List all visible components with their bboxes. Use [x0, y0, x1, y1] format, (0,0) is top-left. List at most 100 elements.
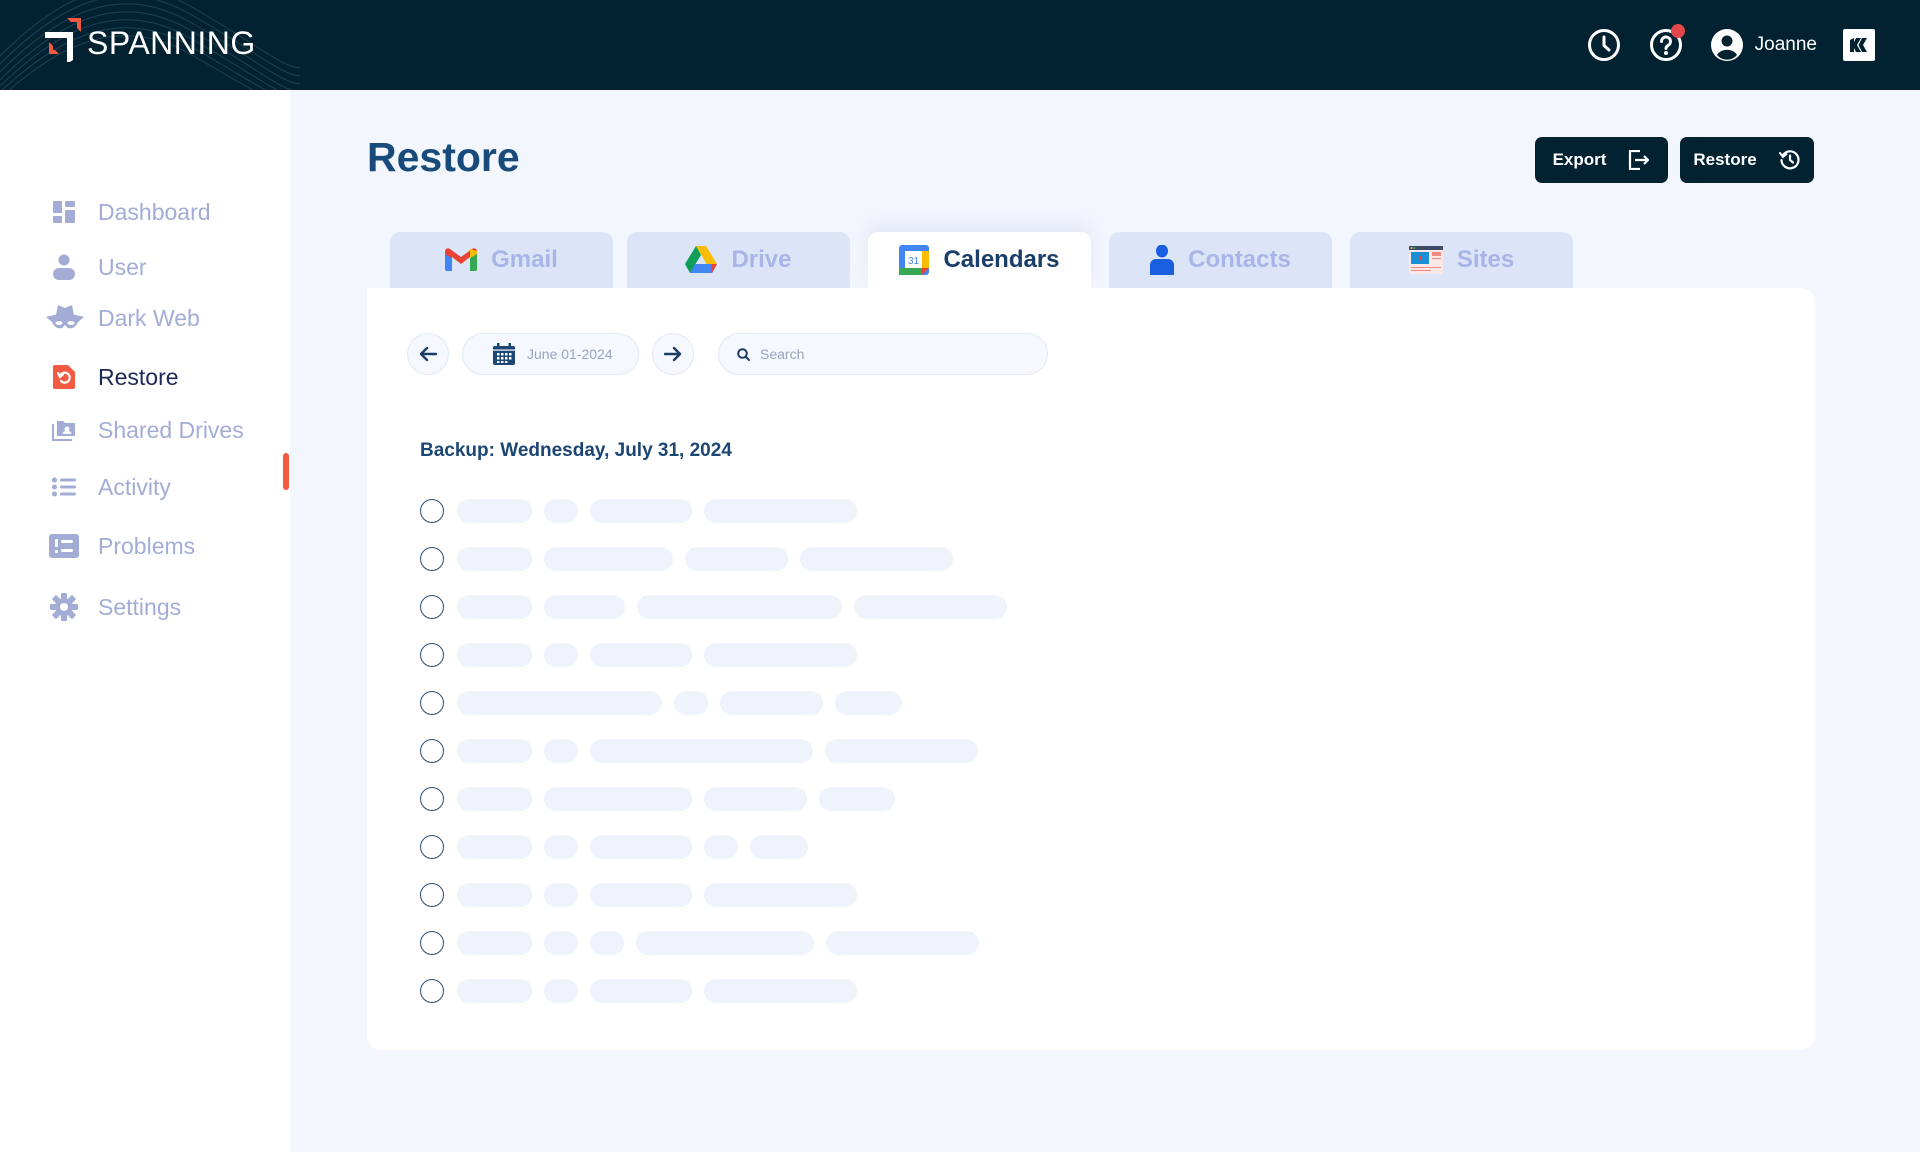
loading-skeleton-bar: [800, 547, 953, 571]
restore-file-icon: [48, 361, 80, 393]
help-question-icon[interactable]: [1649, 24, 1685, 62]
row-select-radio[interactable]: [420, 883, 444, 907]
sidebar-item-settings[interactable]: Settings: [48, 589, 181, 625]
loading-skeleton-bar: [590, 979, 692, 1003]
google-calendar-icon: 31: [899, 245, 930, 275]
loading-skeleton-bar: [457, 691, 662, 715]
dashboard-grid-icon: [48, 196, 80, 228]
loading-skeleton-bar: [704, 979, 857, 1003]
row-select-radio[interactable]: [420, 739, 444, 763]
previous-date-button[interactable]: [407, 333, 449, 375]
loading-skeleton-bar: [457, 499, 532, 523]
sidebar-item-dark-web[interactable]: Dark Web: [46, 300, 200, 336]
date-value: June 01-2024: [527, 346, 613, 362]
loading-skeleton-bar: [457, 931, 532, 955]
restore-button-label: Restore: [1693, 150, 1757, 169]
loading-skeleton-bar: [590, 931, 624, 955]
loading-skeleton-bar: [750, 835, 808, 859]
brand-name: SPANNING: [87, 24, 256, 61]
shared-drives-icon: [48, 414, 80, 446]
loading-skeleton-bar: [544, 643, 578, 667]
loading-skeleton-bar: [637, 595, 842, 619]
loading-skeleton-bar: [720, 691, 823, 715]
tab-gmail[interactable]: Gmail: [390, 232, 613, 288]
row-select-radio[interactable]: [420, 835, 444, 859]
loading-skeleton-bar: [704, 643, 857, 667]
spy-hat-icon: [46, 302, 84, 334]
restore-history-icon: [1778, 150, 1800, 170]
row-select-radio[interactable]: [420, 547, 444, 571]
user-name: Joanne: [1754, 34, 1817, 55]
tab-contacts[interactable]: Contacts: [1109, 232, 1332, 288]
spanning-logo-mark-icon: [45, 18, 81, 62]
sidebar-item-activity[interactable]: Activity: [48, 469, 171, 505]
loading-skeleton-bar: [457, 835, 532, 859]
user-avatar-icon: [1710, 29, 1743, 61]
row-select-radio[interactable]: [420, 643, 444, 667]
row-select-radio[interactable]: [420, 979, 444, 1003]
export-icon: [1629, 150, 1650, 170]
row-select-radio[interactable]: [420, 787, 444, 811]
sidebar-item-restore[interactable]: Restore: [48, 359, 179, 395]
loading-skeleton-bar: [685, 547, 788, 571]
tab-sites[interactable]: Sites: [1350, 232, 1573, 288]
loading-skeleton-bar: [544, 979, 578, 1003]
activity-list-icon: [48, 471, 80, 503]
loading-skeleton-bar: [674, 691, 708, 715]
page-title: Restore: [367, 134, 520, 180]
backup-item-row: [420, 738, 990, 764]
notification-dot: [1670, 24, 1685, 38]
loading-skeleton-bar: [590, 739, 813, 763]
gmail-icon: [445, 248, 478, 271]
loading-skeleton-bar: [544, 787, 692, 811]
backup-item-row: [420, 930, 991, 956]
restore-button[interactable]: Restore: [1680, 137, 1814, 183]
row-select-radio[interactable]: [420, 499, 444, 523]
backup-item-row: [420, 642, 869, 668]
loading-skeleton-bar: [457, 787, 532, 811]
tab-drive[interactable]: Drive: [627, 232, 850, 288]
loading-skeleton-bar: [590, 499, 692, 523]
export-button-label: Export: [1552, 150, 1607, 169]
loading-skeleton-bar: [457, 643, 532, 667]
backup-item-row: [420, 690, 914, 716]
sidebar-item-shared-drives[interactable]: Shared Drives: [48, 412, 244, 448]
sidebar-item-user[interactable]: User: [48, 249, 147, 285]
loading-skeleton-bar: [835, 691, 902, 715]
backup-item-row: [420, 498, 869, 524]
search-input[interactable]: [760, 346, 1040, 362]
loading-skeleton-bar: [826, 931, 979, 955]
row-select-radio[interactable]: [420, 691, 444, 715]
date-picker[interactable]: June 01-2024: [462, 333, 639, 375]
loading-skeleton-bar: [544, 547, 673, 571]
loading-skeleton-bar: [457, 979, 532, 1003]
loading-skeleton-bar: [704, 883, 857, 907]
loading-skeleton-bar: [457, 547, 532, 571]
backup-date-heading: Backup: Wednesday, July 31, 2024: [420, 440, 732, 461]
tab-calendars[interactable]: 31 Calendars: [868, 232, 1091, 288]
backup-item-row: [420, 834, 820, 860]
settings-gear-icon: [48, 591, 80, 623]
row-select-radio[interactable]: [420, 595, 444, 619]
loading-skeleton-bar: [704, 787, 807, 811]
backup-item-row: [420, 546, 965, 572]
loading-skeleton-bar: [544, 883, 578, 907]
next-date-button[interactable]: [652, 333, 694, 375]
backup-item-row: [420, 978, 869, 1004]
loading-skeleton-bar: [544, 499, 578, 523]
sidebar-item-problems[interactable]: Problems: [48, 528, 195, 564]
spanning-logo[interactable]: SPANNING: [45, 18, 256, 62]
contacts-person-icon: [1150, 245, 1175, 275]
row-select-radio[interactable]: [420, 931, 444, 955]
active-nav-indicator: [283, 453, 289, 490]
arrow-left-icon: [419, 346, 437, 362]
history-clock-icon[interactable]: [1587, 28, 1621, 62]
export-button[interactable]: Export: [1535, 137, 1668, 183]
user-menu[interactable]: Joanne: [1710, 29, 1817, 61]
loading-skeleton-bar: [457, 883, 532, 907]
sidebar-nav: Dashboard User Dark Web Restore Shared D…: [0, 90, 290, 1152]
sidebar-item-dashboard[interactable]: Dashboard: [48, 194, 211, 230]
loading-skeleton-bar: [544, 595, 625, 619]
top-header: SPANNING Joanne: [0, 0, 1920, 90]
kaseya-k-icon[interactable]: [1843, 29, 1875, 61]
